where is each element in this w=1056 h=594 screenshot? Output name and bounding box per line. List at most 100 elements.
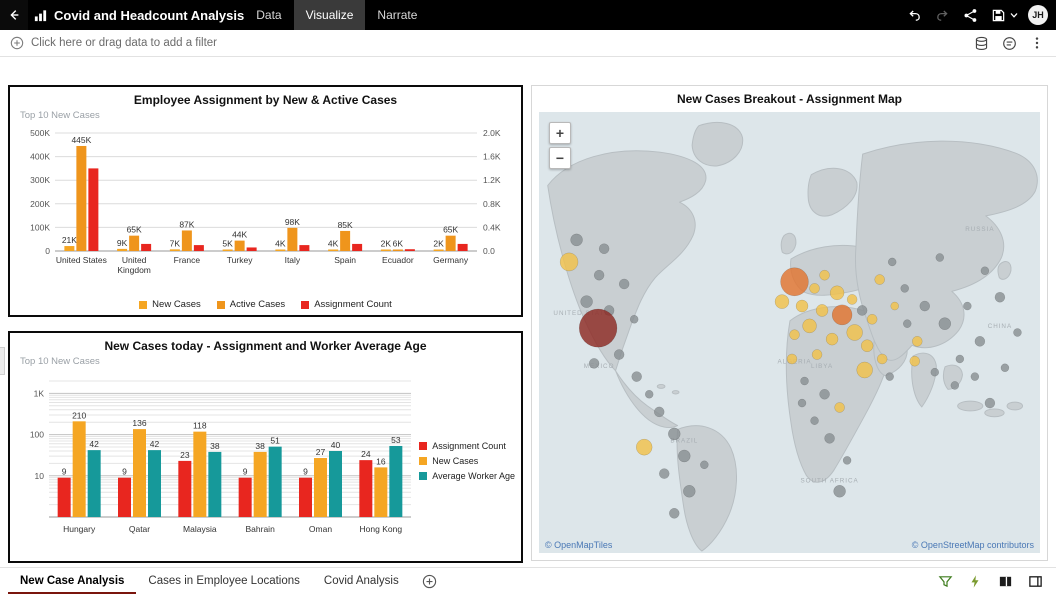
map-bubble[interactable] bbox=[811, 417, 819, 425]
map-bubble[interactable] bbox=[581, 296, 593, 308]
map-canvas[interactable]: RUSSIACHINAUNITED STATESMEXICOBRAZILSOUT… bbox=[539, 112, 1040, 553]
map-bubble[interactable] bbox=[963, 302, 971, 310]
map-bubble[interactable] bbox=[630, 315, 638, 323]
bar[interactable] bbox=[182, 230, 192, 251]
bar[interactable] bbox=[208, 452, 221, 517]
map-bubble[interactable] bbox=[632, 372, 642, 382]
map-bubble[interactable] bbox=[936, 254, 944, 262]
map-bubble[interactable] bbox=[803, 319, 817, 333]
legend-item[interactable]: Assignment Count bbox=[419, 441, 515, 451]
add-canvas-button[interactable] bbox=[421, 572, 439, 590]
save-icon[interactable] bbox=[986, 3, 1010, 27]
bar[interactable] bbox=[178, 461, 191, 517]
bar[interactable] bbox=[73, 421, 86, 517]
bar[interactable] bbox=[405, 249, 415, 251]
bar[interactable] bbox=[389, 446, 402, 517]
map-bubble[interactable] bbox=[571, 234, 583, 246]
map-bubble[interactable] bbox=[654, 407, 664, 417]
map-bubble[interactable] bbox=[847, 324, 863, 340]
map-bubble[interactable] bbox=[810, 283, 820, 293]
map-bubble[interactable] bbox=[645, 390, 653, 398]
map-bubble[interactable] bbox=[835, 402, 845, 412]
map-attribution-left[interactable]: © OpenMapTiles bbox=[545, 540, 612, 550]
map-bubble[interactable] bbox=[781, 268, 809, 296]
map-bubble[interactable] bbox=[832, 305, 852, 325]
tab-visualize[interactable]: Visualize bbox=[294, 0, 366, 30]
map-bubble[interactable] bbox=[669, 508, 679, 518]
legend-item[interactable]: Active Cases bbox=[217, 299, 285, 310]
bar[interactable] bbox=[129, 236, 139, 251]
map-bubble[interactable] bbox=[903, 320, 911, 328]
map-bubble[interactable] bbox=[939, 318, 951, 330]
bar[interactable] bbox=[194, 245, 204, 251]
zoom-out-button[interactable]: − bbox=[549, 147, 571, 169]
present-mode-icon[interactable] bbox=[1026, 572, 1044, 590]
bar[interactable] bbox=[287, 228, 297, 251]
map-bubble[interactable] bbox=[847, 294, 857, 304]
map-bubble[interactable] bbox=[589, 358, 599, 368]
map-bubble[interactable] bbox=[796, 300, 808, 312]
auto-insights-icon[interactable] bbox=[966, 572, 984, 590]
chart-new-cases-today[interactable]: New Cases today - Assignment and Worker … bbox=[8, 331, 523, 563]
map-bubble[interactable] bbox=[891, 302, 899, 310]
map-bubble[interactable] bbox=[971, 373, 979, 381]
bar[interactable] bbox=[88, 450, 101, 517]
map-bubble[interactable] bbox=[700, 461, 708, 469]
map-bubble[interactable] bbox=[614, 350, 624, 360]
map-bubble[interactable] bbox=[877, 354, 887, 364]
map-bubble[interactable] bbox=[857, 305, 867, 315]
map-bubble[interactable] bbox=[985, 398, 995, 408]
bar[interactable] bbox=[446, 236, 456, 251]
legend-item[interactable]: New Cases bbox=[139, 299, 201, 310]
map-bubble[interactable] bbox=[683, 485, 695, 497]
bar[interactable] bbox=[133, 429, 146, 517]
back-button[interactable] bbox=[0, 0, 28, 30]
filter-prompt[interactable]: Click here or drag data to add a filter bbox=[31, 37, 217, 49]
map-bubble[interactable] bbox=[901, 284, 909, 292]
map-bubble[interactable] bbox=[888, 258, 896, 266]
bar[interactable] bbox=[352, 244, 362, 251]
tab-narrate[interactable]: Narrate bbox=[365, 0, 429, 30]
map-bubble[interactable] bbox=[579, 309, 617, 347]
insights-icon[interactable] bbox=[1000, 34, 1018, 52]
zoom-in-button[interactable]: + bbox=[549, 122, 571, 144]
undo-icon[interactable] bbox=[902, 3, 926, 27]
user-avatar[interactable]: JH bbox=[1028, 5, 1048, 25]
bar[interactable] bbox=[76, 146, 86, 251]
bar[interactable] bbox=[117, 249, 127, 251]
map-bubble[interactable] bbox=[975, 336, 985, 346]
map-bubble[interactable] bbox=[995, 292, 1005, 302]
canvas-layout-icon[interactable] bbox=[996, 572, 1014, 590]
map-bubble[interactable] bbox=[825, 433, 835, 443]
share-icon[interactable] bbox=[958, 3, 982, 27]
bar[interactable] bbox=[299, 245, 309, 251]
map-bubble[interactable] bbox=[820, 389, 830, 399]
map-bubble[interactable] bbox=[1013, 328, 1021, 336]
tab-data[interactable]: Data bbox=[244, 0, 293, 30]
bar-chart-canvas[interactable]: 00.0100K0.4K200K0.8K300K1.2K400K1.6K500K… bbox=[13, 121, 518, 276]
map-bubble[interactable] bbox=[875, 275, 885, 285]
map-bubble[interactable] bbox=[920, 301, 930, 311]
bar[interactable] bbox=[275, 250, 285, 252]
save-menu[interactable] bbox=[986, 3, 1018, 27]
map-bubble[interactable] bbox=[830, 286, 844, 300]
bar[interactable] bbox=[118, 478, 131, 517]
map-bubble[interactable] bbox=[560, 253, 578, 271]
menu-kebab-icon[interactable] bbox=[1028, 34, 1046, 52]
bar[interactable] bbox=[434, 250, 444, 252]
map-bubble[interactable] bbox=[843, 456, 851, 464]
bar[interactable] bbox=[314, 458, 327, 517]
legend-item[interactable]: Average Worker Age bbox=[419, 471, 515, 481]
legend-item[interactable]: New Cases bbox=[419, 456, 515, 466]
map-visualization[interactable]: New Cases Breakout - Assignment Map bbox=[531, 85, 1048, 561]
bar[interactable] bbox=[141, 244, 151, 251]
bar[interactable] bbox=[193, 432, 206, 517]
canvas-tab-cases-in-employee-locations[interactable]: Cases in Employee Locations bbox=[136, 568, 312, 594]
map-bubble[interactable] bbox=[931, 368, 939, 376]
map-bubble[interactable] bbox=[912, 336, 922, 346]
bar[interactable] bbox=[148, 450, 161, 517]
map-bubble[interactable] bbox=[826, 333, 838, 345]
legend-item[interactable]: Assignment Count bbox=[301, 299, 392, 310]
map-bubble[interactable] bbox=[1001, 364, 1009, 372]
canvas-tab-new-case-analysis[interactable]: New Case Analysis bbox=[8, 568, 136, 594]
